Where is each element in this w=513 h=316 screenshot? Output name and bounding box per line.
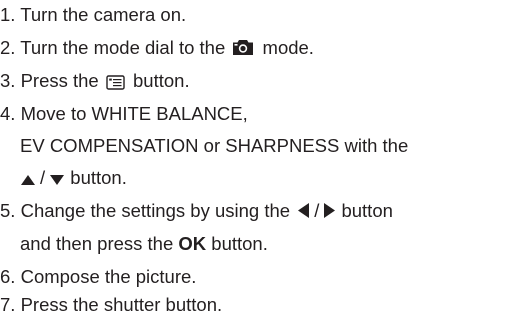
step-text-post: button. [70, 167, 127, 188]
step-1: 1. Turn the camera on. [0, 4, 186, 26]
step-4-continuation: EV COMPENSATION or SHARPNESS with the [20, 135, 408, 157]
step-3: 3. Press the button. [0, 70, 190, 92]
step-text-pre: Press the [20, 70, 99, 91]
step-text-line-2-post: button. [211, 233, 268, 254]
up-triangle-icon [20, 170, 36, 186]
step-text: Compose the picture. [20, 266, 197, 287]
camera-icon [232, 39, 254, 56]
step-number: 1. [0, 4, 16, 25]
step-text-post: button [341, 200, 393, 221]
step-text-post: button. [133, 70, 190, 91]
step-4-continuation-2: / button. [20, 167, 127, 189]
step-5-continuation: and then press the OK button. [20, 233, 268, 255]
ok-label: OK [178, 233, 207, 254]
step-text: Turn the camera on. [20, 4, 187, 25]
step-text-pre: Change the settings by using the [20, 200, 291, 221]
step-text: Press the shutter button. [20, 294, 223, 315]
step-text-line-1: Move to WHITE BALANCE, [20, 103, 248, 124]
step-number: 5. [0, 200, 16, 221]
step-number: 7. [0, 294, 16, 315]
step-text-line-2-pre: and then press the [20, 233, 174, 254]
separator: / [40, 167, 46, 188]
separator: / [314, 200, 320, 221]
step-number: 4. [0, 103, 16, 124]
right-triangle-icon [323, 202, 336, 219]
step-5: 5. Change the settings by using the / bu… [0, 200, 393, 222]
step-number: 2. [0, 37, 16, 58]
step-2: 2. Turn the mode dial to the mode. [0, 37, 314, 59]
step-6: 6. Compose the picture. [0, 266, 196, 288]
step-number: 3. [0, 70, 16, 91]
step-text-post: mode. [262, 37, 314, 58]
menu-icon [106, 73, 125, 90]
step-4: 4. Move to WHITE BALANCE, [0, 103, 248, 125]
step-7: 7. Press the shutter button. [0, 294, 222, 316]
step-text-pre: Turn the mode dial to the [20, 37, 226, 58]
step-number: 6. [0, 266, 16, 287]
step-text-line-2: EV COMPENSATION or SHARPNESS with the [20, 135, 409, 156]
left-triangle-icon [297, 202, 310, 219]
down-triangle-icon [49, 170, 65, 186]
